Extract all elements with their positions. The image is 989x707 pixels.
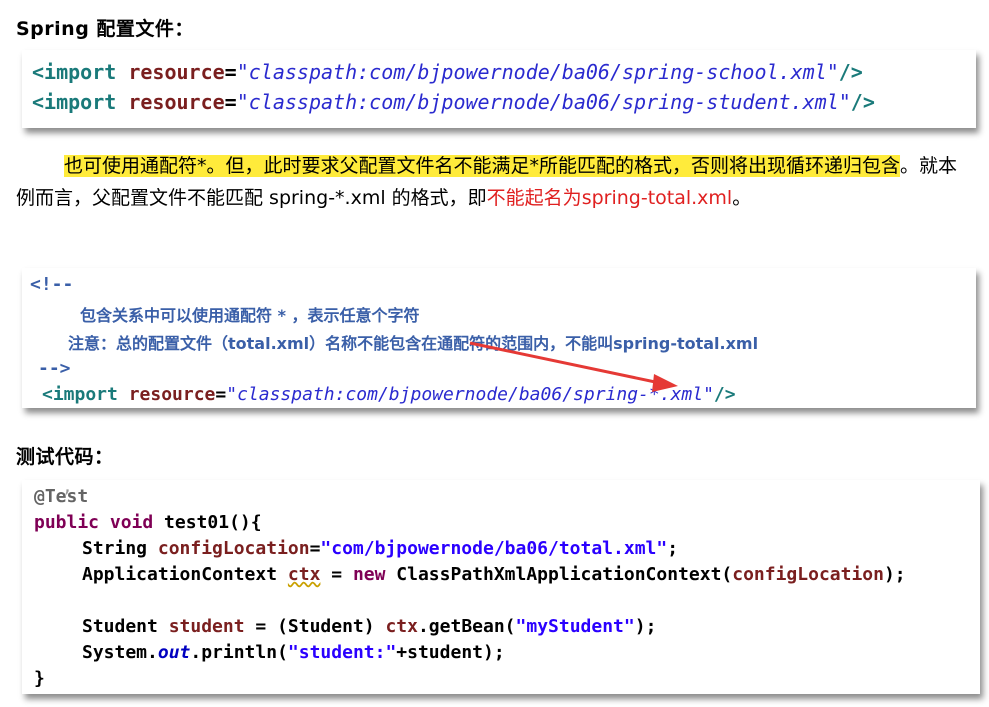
comment-line: 包含关系中可以使用通配符 * ，表示任意个字符 xyxy=(80,306,420,325)
java-test-code-box: , @Test public void test01(){ String con… xyxy=(22,476,980,694)
section-heading-test-code: 测试代码： xyxy=(16,446,114,468)
section-heading-spring-config: Spring 配置文件： xyxy=(16,18,194,40)
comment-line: 注意：总的配置文件（total.xml）名称不能包含在通配符的范围内，不能叫sp… xyxy=(68,334,759,353)
highlighted-text: 循环递归包含 xyxy=(786,155,901,177)
comment-close: --> xyxy=(38,358,71,379)
warning-text: spring-total.xml xyxy=(581,187,733,209)
code-line: } xyxy=(34,668,45,689)
highlighted-text: 也可使用通配符*。但，此时要求父配置文件名不能满足*所能匹配的格式，否则将出现 xyxy=(64,155,787,177)
comment-open: <!-- xyxy=(30,274,74,295)
code-line: <import resource="classpath:com/bjpowern… xyxy=(32,90,875,114)
code-line: <import resource="classpath:com/bjpowern… xyxy=(32,60,863,84)
code-line: System.out.println("student:"+student); xyxy=(82,642,505,663)
code-line: Student student = (Student) ctx.getBean(… xyxy=(82,616,657,637)
xml-import-code-box: <import resource="classpath:com/bjpowern… xyxy=(22,50,976,128)
code-line: <import resource="classpath:com/bjpowern… xyxy=(42,384,736,405)
code-line: @Test xyxy=(34,486,89,507)
code-line: public void test01(){ xyxy=(34,512,262,533)
code-line: ApplicationContext ctx = new ClassPathXm… xyxy=(82,564,906,585)
xml-wildcard-code-box: <!-- 包含关系中可以使用通配符 * ，表示任意个字符 注意：总的配置文件（t… xyxy=(22,268,976,408)
explanation-paragraph: 也可使用通配符*。但，此时要求父配置文件名不能满足*所能匹配的格式，否则将出现循… xyxy=(16,155,958,209)
code-line: String configLocation="com/bjpowernode/b… xyxy=(82,538,679,559)
warning-text: 不能起名为 xyxy=(486,187,582,209)
